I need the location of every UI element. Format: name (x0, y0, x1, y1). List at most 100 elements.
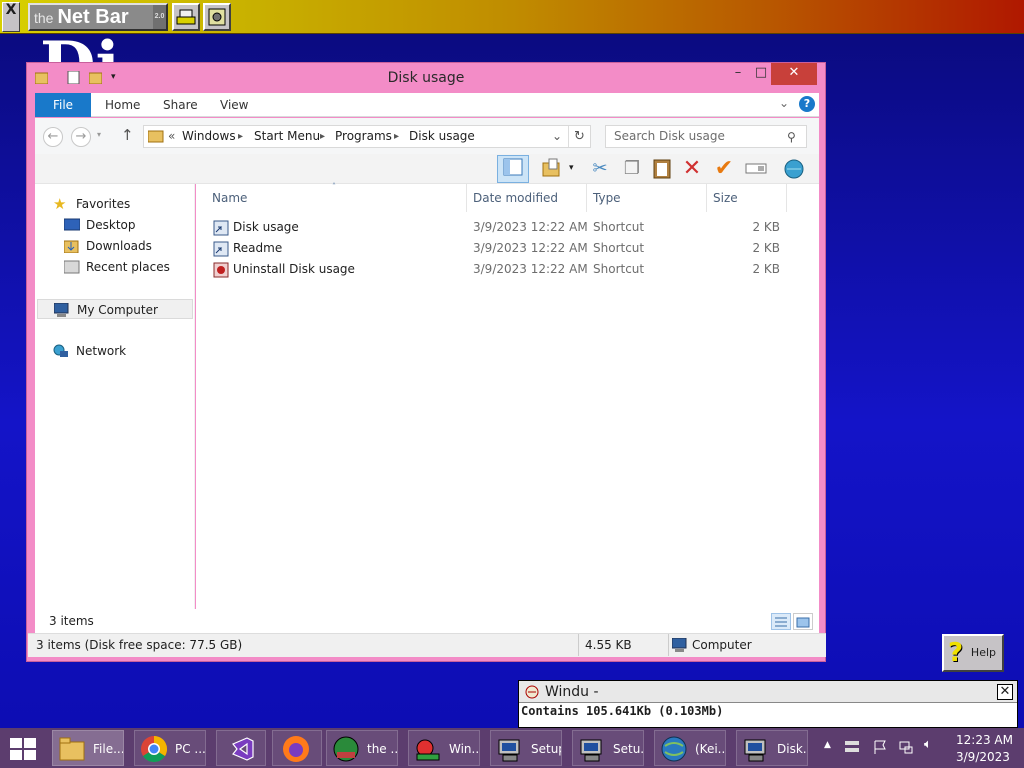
help-icon[interactable]: ? (799, 96, 815, 112)
file-size: 2 KB (752, 262, 780, 276)
taskbar-windu[interactable]: Win... (408, 730, 480, 766)
breadcrumb-separator-icon[interactable]: ▸ (394, 126, 399, 147)
tab-home[interactable]: Home (91, 93, 154, 117)
taskbar-file-explorer[interactable]: File... (52, 730, 124, 766)
nav-downloads[interactable]: Downloads (35, 236, 195, 256)
back-button[interactable]: ← (43, 127, 63, 147)
taskbar-globe[interactable]: (Kei... (654, 730, 726, 766)
taskbar-label: Setu... (613, 742, 644, 756)
chevron-down-icon[interactable]: ▾ (569, 163, 574, 173)
column-divider[interactable] (586, 184, 587, 212)
net-bar-close-button[interactable]: X (2, 2, 20, 32)
navigation-pane: ★ Favorites Desktop Downloads Recent pla… (35, 184, 195, 609)
copy-button[interactable]: ❐ (619, 157, 645, 181)
network-status-icon[interactable] (898, 739, 914, 755)
setup-icon (498, 739, 520, 762)
breadcrumb-separator-icon[interactable]: ▸ (238, 126, 243, 147)
preview-pane-button[interactable] (497, 155, 529, 183)
net-bar-settings-button[interactable] (203, 3, 231, 31)
nav-desktop[interactable]: Desktop (35, 215, 195, 235)
column-name[interactable]: Name (212, 188, 247, 208)
globe-icon (784, 159, 804, 179)
tab-file[interactable]: File (35, 93, 91, 117)
rename-button[interactable] (743, 157, 769, 181)
breadcrumb-disk-usage[interactable]: Disk usage (409, 126, 475, 147)
taskbar-net-bar[interactable]: the ... (326, 730, 398, 766)
ribbon-expand-icon[interactable]: ⌄ (779, 96, 789, 110)
tab-view[interactable]: View (206, 93, 262, 117)
nav-recent-places[interactable]: Recent places (35, 257, 195, 277)
file-size: 2 KB (752, 241, 780, 255)
refresh-icon[interactable]: ↻ (568, 126, 590, 147)
nav-my-computer[interactable]: My Computer (37, 299, 193, 319)
windu-close-button[interactable]: ✕ (997, 684, 1013, 700)
file-date: 3/9/2023 12:22 AM (473, 262, 588, 276)
forward-button[interactable]: → (71, 127, 91, 147)
title-bar[interactable]: ▾ Disk usage – □ ✕ (27, 63, 825, 93)
taskbar-label: Disk... (777, 742, 807, 756)
taskbar-setup[interactable]: Setup (490, 730, 562, 766)
maximize-button[interactable]: □ (751, 63, 771, 85)
paste-icon (653, 159, 671, 179)
taskbar-chrome[interactable]: PC ... (134, 730, 206, 766)
clock-date[interactable]: 3/9/2023 (956, 750, 1010, 764)
taskbar-disk-usage[interactable]: Disk... (736, 730, 808, 766)
file-row[interactable]: Uninstall Disk usage 3/9/2023 12:22 AM S… (196, 259, 819, 280)
search-icon[interactable]: ⚲ (787, 130, 796, 144)
taskbar-visual-studio[interactable] (216, 730, 266, 766)
recent-places-icon (64, 260, 80, 274)
network-globe-button[interactable] (781, 157, 807, 181)
net-bar: X the Net Bar 2.0 (0, 0, 1024, 34)
file-row[interactable]: Readme 3/9/2023 12:22 AM Shortcut 2 KB (196, 238, 819, 259)
nav-network[interactable]: Network (35, 341, 195, 361)
file-row[interactable]: Disk usage 3/9/2023 12:22 AM Shortcut 2 … (196, 217, 819, 238)
large-icons-view-button[interactable] (793, 613, 813, 630)
net-bar-drive-button[interactable] (172, 3, 200, 31)
start-button[interactable] (8, 736, 40, 762)
details-view-button[interactable] (771, 613, 791, 630)
clock-time[interactable]: 12:23 AM (956, 733, 1013, 747)
properties-check-button[interactable]: ✔ (711, 157, 737, 181)
disk-usage-icon (744, 739, 766, 762)
nav-downloads-label: Downloads (86, 239, 152, 253)
close-button[interactable]: ✕ (771, 63, 817, 85)
recent-locations-icon[interactable]: ▾ (97, 130, 101, 139)
file-name: Disk usage (233, 220, 299, 234)
folder-options-button[interactable] (539, 157, 565, 181)
file-date: 3/9/2023 12:22 AM (473, 241, 588, 255)
column-date-modified[interactable]: Date modified (473, 188, 558, 208)
column-type[interactable]: Type (593, 188, 621, 208)
network-icon (53, 344, 68, 357)
cut-button[interactable]: ✂ (587, 157, 613, 181)
column-divider[interactable] (706, 184, 707, 212)
windu-title-bar[interactable]: Windu - ✕ (519, 681, 1017, 703)
paste-button[interactable] (649, 157, 675, 181)
computer-icon (54, 303, 69, 317)
address-bar[interactable]: « Windows ▸ Start Menu ▸ Programs ▸ Disk… (143, 125, 591, 148)
up-button[interactable]: ↑ (121, 126, 134, 144)
minimize-button[interactable]: – (727, 63, 749, 85)
breadcrumb-overflow[interactable]: « (168, 126, 175, 147)
flag-icon[interactable] (872, 739, 888, 755)
storage-icon[interactable] (844, 739, 860, 755)
windu-size-text: Contains 105.641Kb (0.103Mb) (521, 704, 724, 718)
taskbar-setup-2[interactable]: Setu... (572, 730, 644, 766)
address-dropdown-icon[interactable]: ⌄ (552, 126, 562, 147)
breadcrumb-start-menu[interactable]: Start Menu (254, 126, 320, 147)
search-input[interactable]: Search Disk usage (605, 125, 807, 148)
nav-favorites[interactable]: ★ Favorites (35, 194, 195, 214)
column-divider[interactable] (786, 184, 787, 212)
delete-button[interactable]: ✕ (679, 157, 705, 181)
folder-options-icon (542, 158, 560, 177)
taskbar-firefox[interactable] (272, 730, 322, 766)
breadcrumb-separator-icon[interactable]: ▸ (320, 126, 325, 147)
help-button[interactable]: ? Help (942, 634, 1004, 672)
column-divider[interactable] (466, 184, 467, 212)
tab-share[interactable]: Share (149, 93, 212, 117)
column-size[interactable]: Size (713, 188, 738, 208)
volume-icon[interactable]: 🔈︎ (924, 737, 932, 752)
breadcrumb-programs[interactable]: Programs (335, 126, 392, 147)
breadcrumb-windows[interactable]: Windows (182, 126, 236, 147)
net-bar-logo[interactable]: the Net Bar 2.0 (28, 3, 168, 31)
show-hidden-icons-button[interactable]: ▲ (824, 740, 831, 750)
